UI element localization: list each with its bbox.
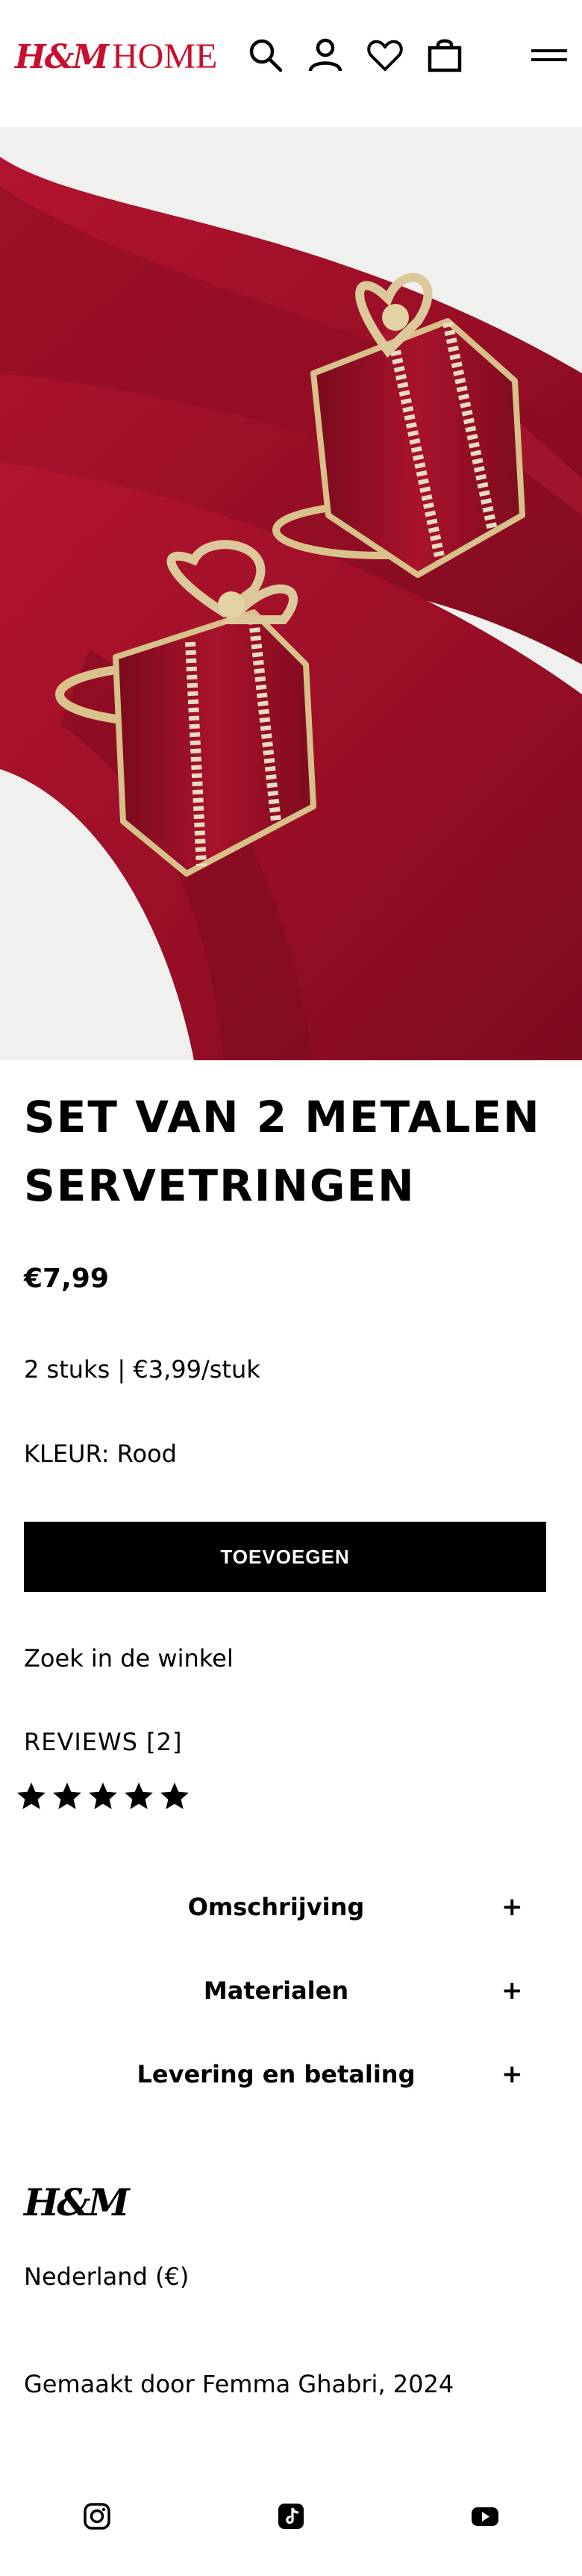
menu-icon[interactable] (527, 33, 572, 78)
heart-icon[interactable] (363, 33, 407, 78)
youtube-icon[interactable] (469, 2500, 501, 2533)
tiktok-icon[interactable] (275, 2500, 307, 2533)
credit-text: Gemaakt door Femma Ghabri, 2024 (24, 2370, 454, 2398)
accordion-materials[interactable]: Materialen + (0, 1961, 582, 2020)
account-icon[interactable] (303, 33, 348, 78)
add-to-cart-button[interactable]: TOEVOEGEN (24, 1522, 546, 1592)
find-in-store-link[interactable]: Zoek in de winkel (24, 1644, 234, 1673)
site-header: H&M HOME (0, 0, 582, 127)
accordion-label: Materialen (203, 1976, 349, 2005)
star-icon (53, 1782, 81, 1810)
accordion-delivery[interactable]: Levering en betaling + (0, 2044, 582, 2104)
accordion-label: Omschrijving (187, 1893, 365, 1921)
unit-price: 2 stuks | €3,99/stuk (24, 1355, 260, 1384)
accordion-label: Levering en betaling (137, 2060, 416, 2088)
footer-logo[interactable]: H&M (24, 2180, 130, 2224)
plus-icon: + (501, 1976, 523, 2006)
plus-icon: + (501, 2059, 523, 2089)
brand-logo[interactable]: H&M HOME (15, 36, 217, 81)
star-icon (160, 1782, 189, 1810)
rating-stars[interactable] (15, 1780, 191, 1813)
star-icon (89, 1782, 117, 1810)
plus-icon: + (501, 1892, 523, 1922)
search-icon[interactable] (243, 33, 288, 78)
star-icon (17, 1782, 46, 1810)
instagram-icon[interactable] (81, 2500, 113, 2533)
product-price: €7,99 (24, 1263, 109, 1294)
product-title: SET VAN 2 METALEN SERVETRINGEN (24, 1092, 541, 1211)
accordion-description[interactable]: Omschrijving + (0, 1877, 582, 1937)
star-icon (125, 1782, 153, 1810)
bag-icon[interactable] (422, 33, 467, 78)
logo-hm-text: H&M (15, 38, 109, 76)
color-label[interactable]: KLEUR: Rood (24, 1440, 177, 1468)
logo-home-text: HOME (112, 37, 218, 76)
reviews-link[interactable]: REVIEWS [2] (24, 1728, 182, 1756)
product-image[interactable] (0, 127, 582, 1060)
country-selector[interactable]: Nederland (€) (24, 2262, 189, 2291)
